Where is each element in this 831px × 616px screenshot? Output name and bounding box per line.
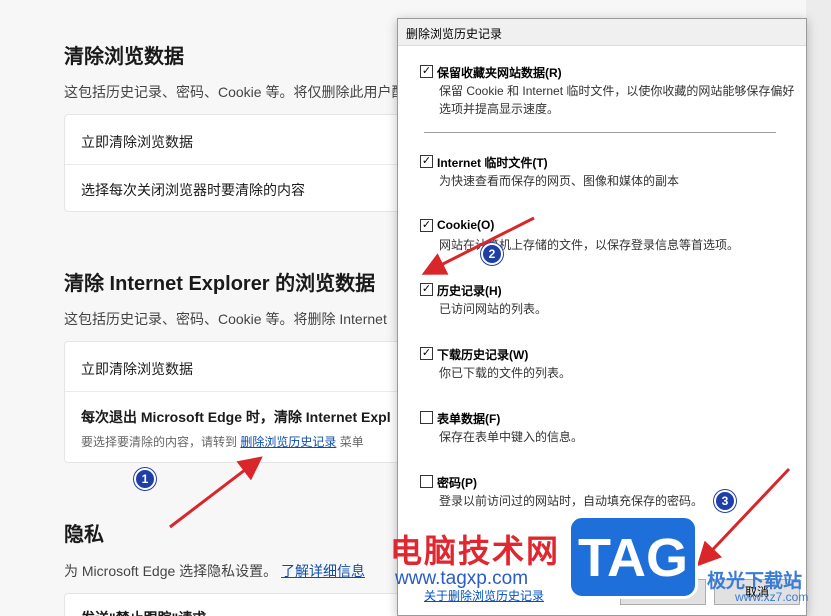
- privacy-description-text: 为 Microsoft Edge 选择隐私设置。: [64, 563, 278, 579]
- option-desc: 已访问网站的列表。: [439, 302, 548, 316]
- checkbox-preserve-favorites[interactable]: ✓: [420, 65, 433, 78]
- option-desc: 你已下载的文件的列表。: [439, 366, 572, 380]
- hint-prefix: 要选择要清除的内容，请转到: [81, 435, 238, 449]
- option-desc-line-1: 保留 Cookie 和 Internet 临时文件，以使你收藏的网站能够保存偏好: [439, 84, 795, 98]
- privacy-card: 发送"禁止跟踪"请求: [64, 593, 444, 616]
- checkbox-download-history[interactable]: ✓: [420, 347, 433, 360]
- watermark-site-name: 电脑技术网: [390, 533, 561, 569]
- clear-now-row[interactable]: 立即清除浏览数据: [81, 132, 193, 152]
- card-divider: [65, 164, 443, 165]
- checkbox-cookies[interactable]: ✓: [420, 219, 433, 232]
- clear-ie-data-description: 这包括历史记录、密码、Cookie 等。将删除 Internet: [64, 311, 387, 327]
- watermark-site-url: www.tagxp.com: [395, 568, 529, 589]
- tag-logo: TAG: [568, 515, 698, 599]
- checkbox-history[interactable]: ✓: [420, 283, 433, 296]
- option-desc: 为快速查看而保存的网页、图像和媒体的副本: [439, 174, 680, 188]
- delete-history-link[interactable]: 删除浏览历史记录: [240, 435, 336, 449]
- page-scrollbar[interactable]: [806, 0, 831, 616]
- option-desc-line-2: 选项并提高显示速度。: [439, 102, 560, 116]
- option-desc: 保存在表单中键入的信息。: [439, 430, 584, 444]
- dialog-title: 删除浏览历史记录: [406, 27, 503, 41]
- step-marker-2: 2: [481, 243, 503, 265]
- learn-more-link[interactable]: 了解详细信息: [281, 563, 365, 579]
- dialog-separator: [424, 132, 776, 133]
- checkbox-passwords[interactable]: [420, 475, 433, 488]
- hint-suffix: 菜单: [339, 435, 364, 449]
- checkbox-form-data[interactable]: [420, 411, 433, 424]
- option-label: Internet 临时文件(T): [437, 156, 548, 170]
- card-divider: [65, 391, 443, 392]
- option-label: 历史记录(H): [437, 284, 502, 298]
- clear-ie-on-exit-row[interactable]: 每次退出 Microsoft Edge 时，清除 Internet Expl: [81, 407, 391, 427]
- clear-browsing-data-card: 立即清除浏览数据 选择每次关闭浏览器时要清除的内容: [64, 114, 444, 212]
- option-label: 表单数据(F): [437, 412, 501, 426]
- brand2-logo-text: 极光下载站: [707, 571, 803, 592]
- privacy-description: 为 Microsoft Edge 选择隐私设置。 了解详细信息: [64, 561, 365, 581]
- choose-clear-on-close-row[interactable]: 选择每次关闭浏览器时要清除的内容: [81, 180, 305, 200]
- brand2-url: www.xz7.com: [735, 590, 809, 604]
- option-label: 下载历史记录(W): [437, 348, 529, 362]
- option-label: 密码(P): [437, 476, 477, 490]
- privacy-title: 隐私: [64, 524, 104, 546]
- clear-browsing-data-title: 清除浏览数据: [64, 46, 184, 68]
- option-label: Cookie(O): [437, 218, 495, 232]
- option-label: 保留收藏夹网站数据(R): [437, 66, 562, 80]
- clear-browsing-data-description: 这包括历史记录、密码、Cookie 等。将仅删除此用户配: [64, 84, 406, 100]
- clear-ie-hint: 要选择要清除的内容，请转到 删除浏览历史记录 菜单: [81, 433, 364, 450]
- clear-ie-data-card: 立即清除浏览数据 每次退出 Microsoft Edge 时，清除 Intern…: [64, 341, 444, 463]
- step-marker-3: 3: [714, 490, 736, 512]
- clear-ie-now-row[interactable]: 立即清除浏览数据: [81, 359, 193, 379]
- do-not-track-row[interactable]: 发送"禁止跟踪"请求: [81, 608, 206, 616]
- checkbox-temp-files[interactable]: ✓: [420, 155, 433, 168]
- step-marker-1: 1: [134, 468, 156, 490]
- clear-ie-data-title: 清除 Internet Explorer 的浏览数据: [64, 273, 376, 295]
- option-desc: 登录以前访问过的网站时，自动填充保存的密码。: [439, 494, 704, 508]
